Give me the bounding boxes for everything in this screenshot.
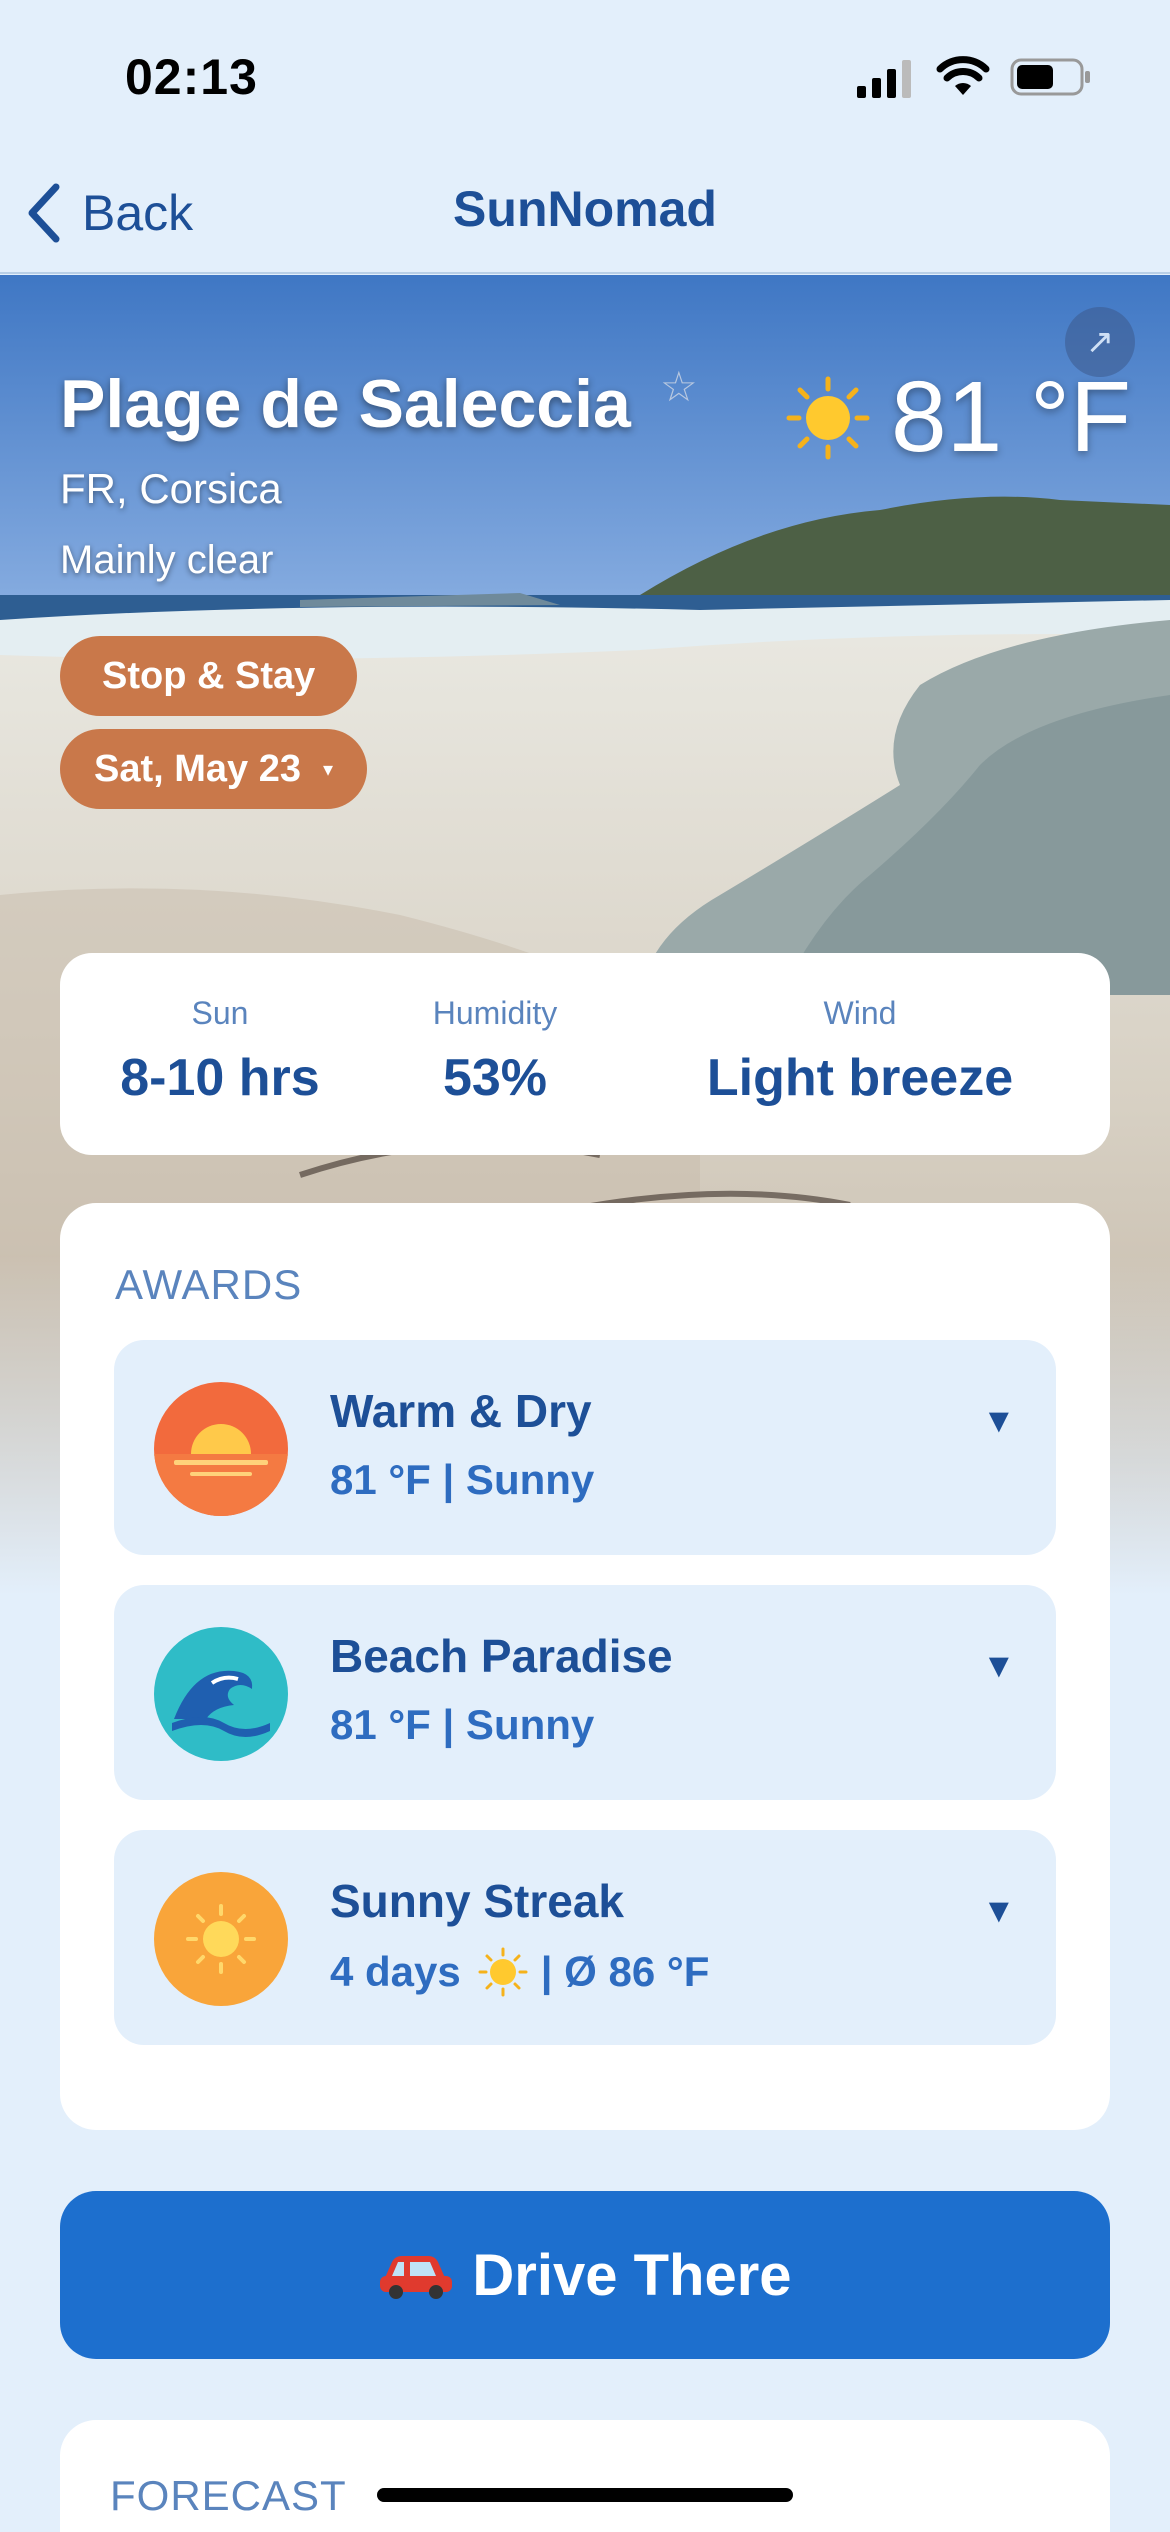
- place-region: FR, Corsica: [60, 465, 282, 512]
- award-subtitle: 4 days | Ø 86 °F: [330, 1946, 709, 1998]
- award-subtitle: 81 °F | Sunny: [330, 1701, 595, 1748]
- drive-there-label: Drive There: [472, 2242, 792, 2308]
- award-item-beach-paradise[interactable]: Beach Paradise 81 °F | Sunny ▼: [114, 1585, 1056, 1800]
- forecast-heading: FORECAST: [110, 2472, 347, 2519]
- home-indicator[interactable]: [377, 2488, 793, 2502]
- caret-down-icon: ▼: [982, 1402, 1016, 1440]
- forecast-card: FORECAST: [60, 2420, 1110, 2532]
- stat-sun-label: Sun: [191, 995, 249, 1031]
- arrow-up-right-icon: ↗: [1085, 323, 1115, 361]
- stat-humidity-value: 53%: [442, 1049, 548, 1107]
- car-icon: [380, 2256, 453, 2299]
- award-subtitle: 81 °F | Sunny: [330, 1456, 595, 1503]
- streak-average: | Ø 86 °F: [540, 1948, 710, 1995]
- stat-wind-value: Light breeze: [706, 1049, 1014, 1107]
- date-selector[interactable]: Sat, May 23 ▾: [60, 729, 368, 809]
- stat-sun: Sun 8-10 hrs: [100, 953, 340, 1155]
- temperature-value: 81 °F: [891, 361, 1132, 473]
- awards-heading: AWARDS: [115, 1261, 303, 1308]
- stop-and-stay-label: Stop & Stay: [102, 654, 316, 697]
- drive-there-button[interactable]: Drive There: [60, 2191, 1110, 2359]
- battery-icon: [1010, 58, 1090, 96]
- stop-and-stay-button[interactable]: Stop & Stay: [60, 636, 358, 716]
- place-name: Plage de Saleccia: [60, 366, 631, 442]
- award-title: Warm & Dry: [330, 1385, 592, 1437]
- sun-badge-icon: [154, 1872, 288, 2006]
- stat-wind: Wind Light breeze: [650, 953, 1070, 1155]
- signal-icon: [857, 60, 911, 98]
- award-title: Beach Paradise: [330, 1630, 673, 1682]
- date-label: Sat, May 23: [94, 747, 301, 790]
- caret-down-icon: ▼: [982, 1892, 1016, 1930]
- sunset-icon: [154, 1382, 288, 1516]
- caret-down-icon: ▾: [323, 758, 334, 781]
- stat-wind-label: Wind: [823, 995, 897, 1031]
- current-temperature: 81 °F: [785, 360, 1131, 475]
- weather-stats-card: Sun 8-10 hrs Humidity 53% Wind Light bre…: [60, 953, 1110, 1155]
- sun-icon: [786, 376, 870, 459]
- weather-condition: Mainly clear: [60, 538, 274, 582]
- status-time: 02:13: [125, 49, 258, 105]
- wifi-icon: [936, 56, 990, 95]
- app-title: SunNomad: [453, 181, 717, 237]
- wave-icon: [154, 1627, 288, 1761]
- award-item-warm-dry[interactable]: Warm & Dry 81 °F | Sunny ▼: [114, 1340, 1056, 1555]
- navigation-bar: Back SunNomad: [0, 150, 1170, 274]
- streak-days: 4 days: [330, 1948, 461, 1995]
- sun-icon: [478, 1947, 528, 1997]
- stat-sun-value: 8-10 hrs: [120, 1049, 320, 1107]
- caret-down-icon: ▼: [982, 1647, 1016, 1685]
- stat-humidity-label: Humidity: [432, 995, 558, 1031]
- favorite-star-icon[interactable]: ☆: [660, 362, 698, 411]
- award-title: Sunny Streak: [330, 1875, 624, 1927]
- status-bar: 02:13: [0, 0, 1170, 150]
- stat-humidity: Humidity 53%: [390, 953, 600, 1155]
- award-item-sunny-streak[interactable]: Sunny Streak 4 days | Ø 86 °F ▼: [114, 1830, 1056, 2045]
- awards-card: AWARDS Warm & Dry 81 °F | Sunny ▼ Beach …: [60, 1203, 1110, 2130]
